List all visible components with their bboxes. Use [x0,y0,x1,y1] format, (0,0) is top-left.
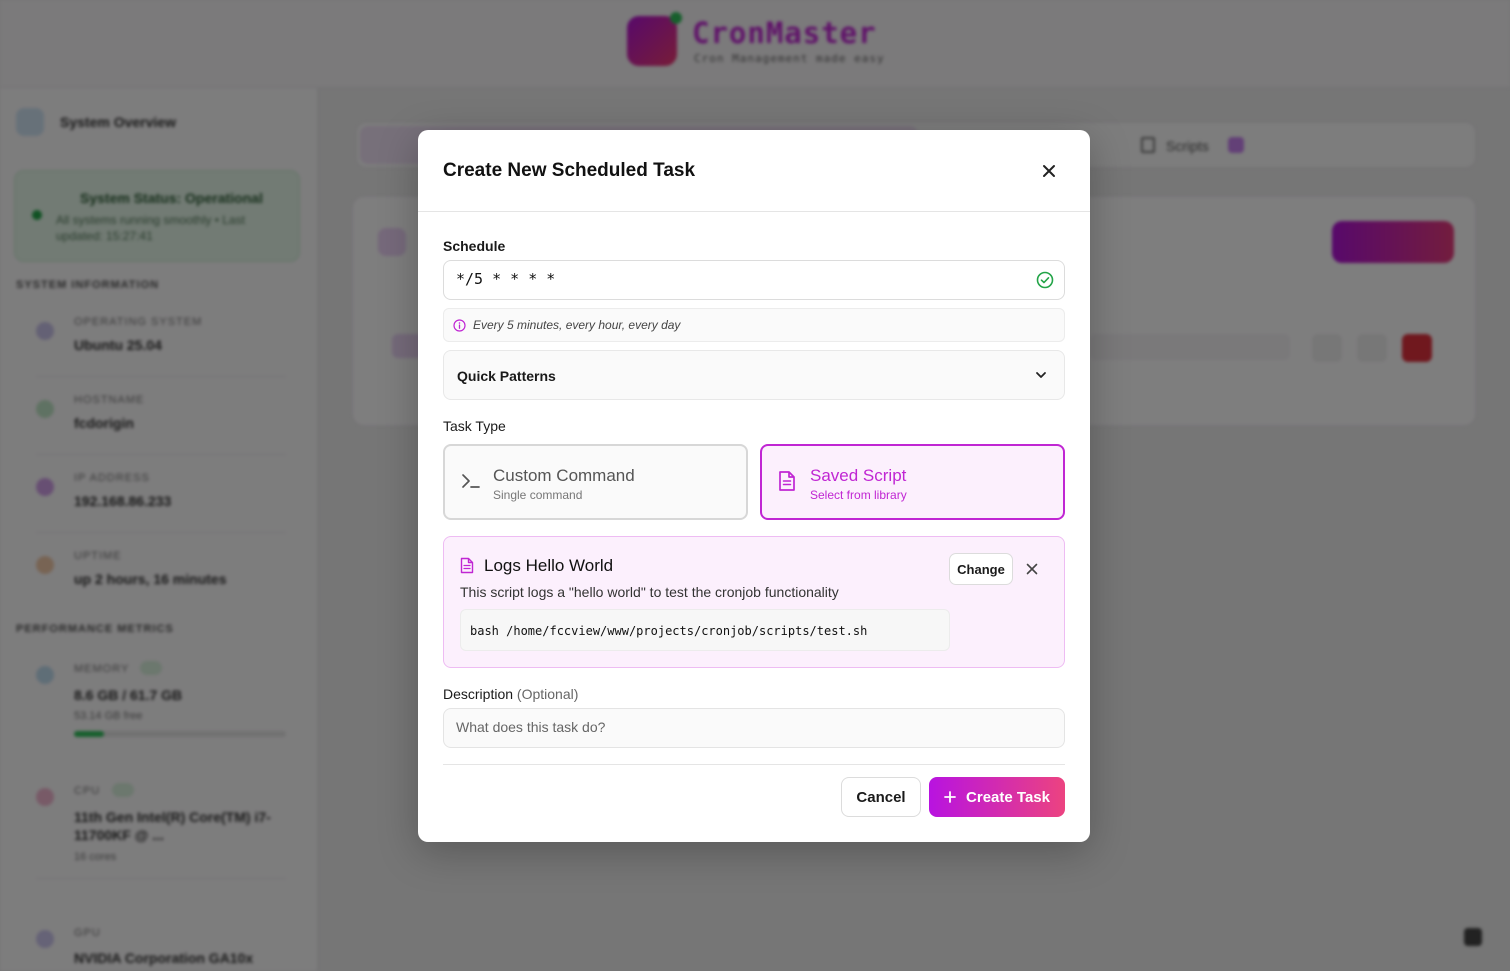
selected-script-command: bash /home/fccview/www/projects/cronjob/… [460,609,950,651]
saved-script-subtitle: Select from library [810,488,907,502]
schedule-input[interactable] [456,270,1016,288]
saved-script-option[interactable]: Saved Script Select from library [760,444,1065,520]
description-field[interactable] [443,708,1065,748]
selected-script-panel: Logs Hello World This script logs a "hel… [443,536,1065,668]
optional-tag: (Optional) [516,686,579,702]
custom-command-title: Custom Command [493,466,635,485]
quick-patterns-label: Quick Patterns [457,368,556,384]
schedule-label: Schedule [443,238,506,254]
dialog-header: Create New Scheduled Task [418,130,1090,212]
saved-script-title: Saved Script [810,466,907,485]
plus-icon [944,791,956,803]
close-icon [1043,165,1055,177]
custom-command-subtitle: Single command [493,488,583,502]
create-task-button[interactable]: Create Task [929,777,1065,817]
quick-patterns-dropdown[interactable]: Quick Patterns [443,350,1065,400]
check-circle-icon [1036,271,1054,289]
chevron-down-icon [1036,372,1046,378]
change-script-button[interactable]: Change [949,553,1013,585]
footer-divider [443,764,1065,765]
task-type-label: Task Type [443,418,506,434]
description-label: Description (Optional) [443,686,578,702]
selected-script-description: This script logs a "hello world" to test… [460,584,839,600]
file-text-icon [460,557,474,574]
terminal-icon [462,474,480,488]
info-icon [453,319,466,332]
close-button[interactable] [1036,158,1062,184]
dialog-title: Create New Scheduled Task [443,160,696,181]
create-task-label: Create Task [966,788,1050,806]
selected-script-command-text: bash /home/fccview/www/projects/cronjob/… [470,624,868,638]
create-task-dialog: Create New Scheduled Task Schedule Every… [418,130,1090,842]
close-icon [1026,563,1038,575]
schedule-hint-text: Every 5 minutes, every hour, every day [473,318,681,332]
custom-command-option[interactable]: Custom Command Single command [443,444,748,520]
remove-script-button[interactable] [1022,559,1042,579]
schedule-hint: Every 5 minutes, every hour, every day [443,308,1065,342]
file-text-icon [779,471,795,491]
cancel-button[interactable]: Cancel [841,777,921,817]
description-label-text: Description [443,686,514,702]
description-input[interactable] [456,719,1046,735]
schedule-field[interactable] [443,260,1065,300]
selected-script-title: Logs Hello World [484,556,614,575]
